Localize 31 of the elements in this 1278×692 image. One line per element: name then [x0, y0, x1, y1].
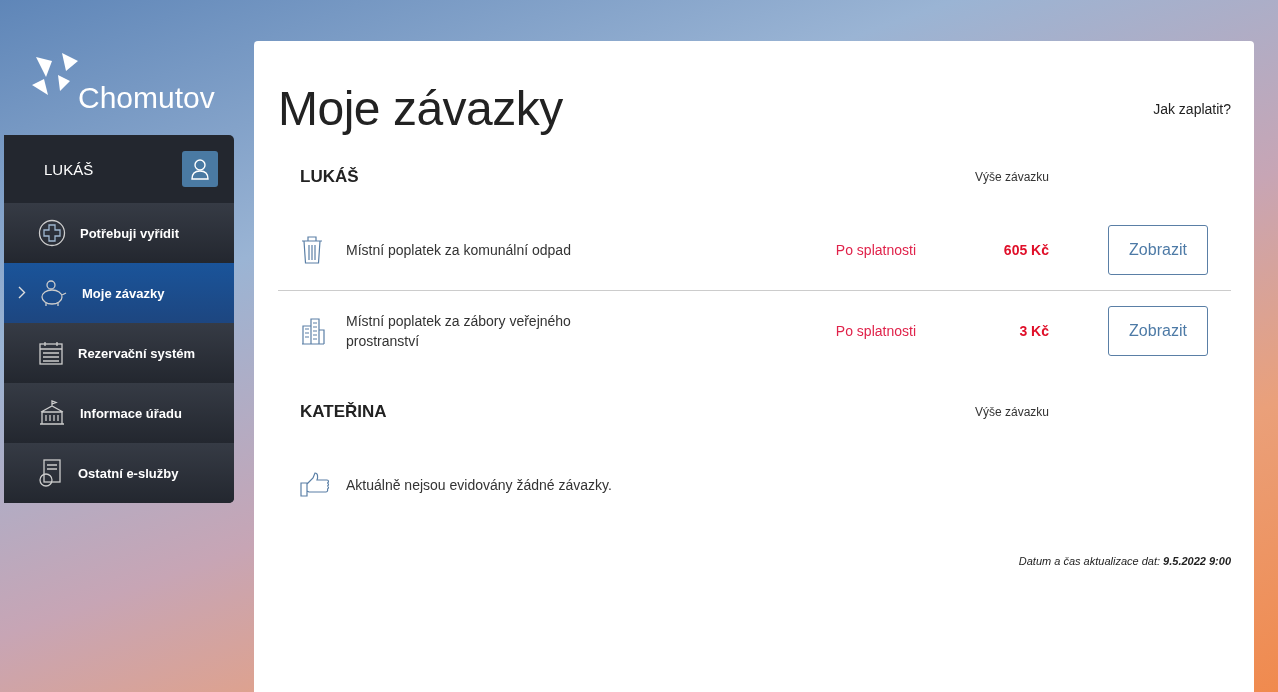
- user-name: LUKÁŠ: [44, 160, 94, 178]
- piggy-bank-icon: [38, 279, 68, 307]
- thumbs-up-icon: [300, 472, 330, 498]
- buildings-icon: [300, 316, 326, 346]
- fee-name: Místní poplatek za komunální odpad: [346, 241, 572, 260]
- amount-header: Výše závazku: [974, 405, 1049, 419]
- show-button[interactable]: Zobrazit: [1108, 225, 1208, 275]
- trash-can-icon: [300, 235, 324, 265]
- amount-header: Výše závazku: [974, 170, 1049, 184]
- person-name: KATEŘINA: [300, 402, 388, 422]
- empty-message: Aktuálně nejsou evidovány žádné závazky.: [346, 477, 613, 493]
- page-title: Moje závazky: [278, 81, 563, 136]
- sidebar-item[interactable]: Ostatní e-služby: [4, 443, 234, 503]
- sidebar-item[interactable]: Moje závazky: [4, 263, 234, 323]
- chevron-icon: [18, 286, 26, 299]
- logo-text: Chomutov: [78, 81, 215, 115]
- document-coin-icon: [38, 458, 64, 488]
- person-name: LUKÁŠ: [300, 167, 360, 187]
- fee-name: Místní poplatek za zábory veřejného prostranství: [346, 312, 572, 351]
- plus-circle-icon: [38, 219, 66, 247]
- help-link[interactable]: Jak zaplatit?: [1153, 100, 1231, 117]
- fee-status: Po splatnosti: [835, 242, 916, 258]
- update-note: Datum a čas aktualizace dat: 9.5.2022 9:00: [1017, 555, 1231, 567]
- fee-amount: 3 Kč: [1019, 323, 1049, 339]
- show-button[interactable]: Zobrazit: [1108, 306, 1208, 356]
- fee-amount: 605 Kč: [1003, 242, 1049, 258]
- fee-status: Po splatnosti: [835, 323, 916, 339]
- user-button[interactable]: [182, 151, 218, 187]
- building-icon: [38, 400, 66, 426]
- calendar-icon: [38, 340, 64, 366]
- user-icon: [190, 158, 210, 180]
